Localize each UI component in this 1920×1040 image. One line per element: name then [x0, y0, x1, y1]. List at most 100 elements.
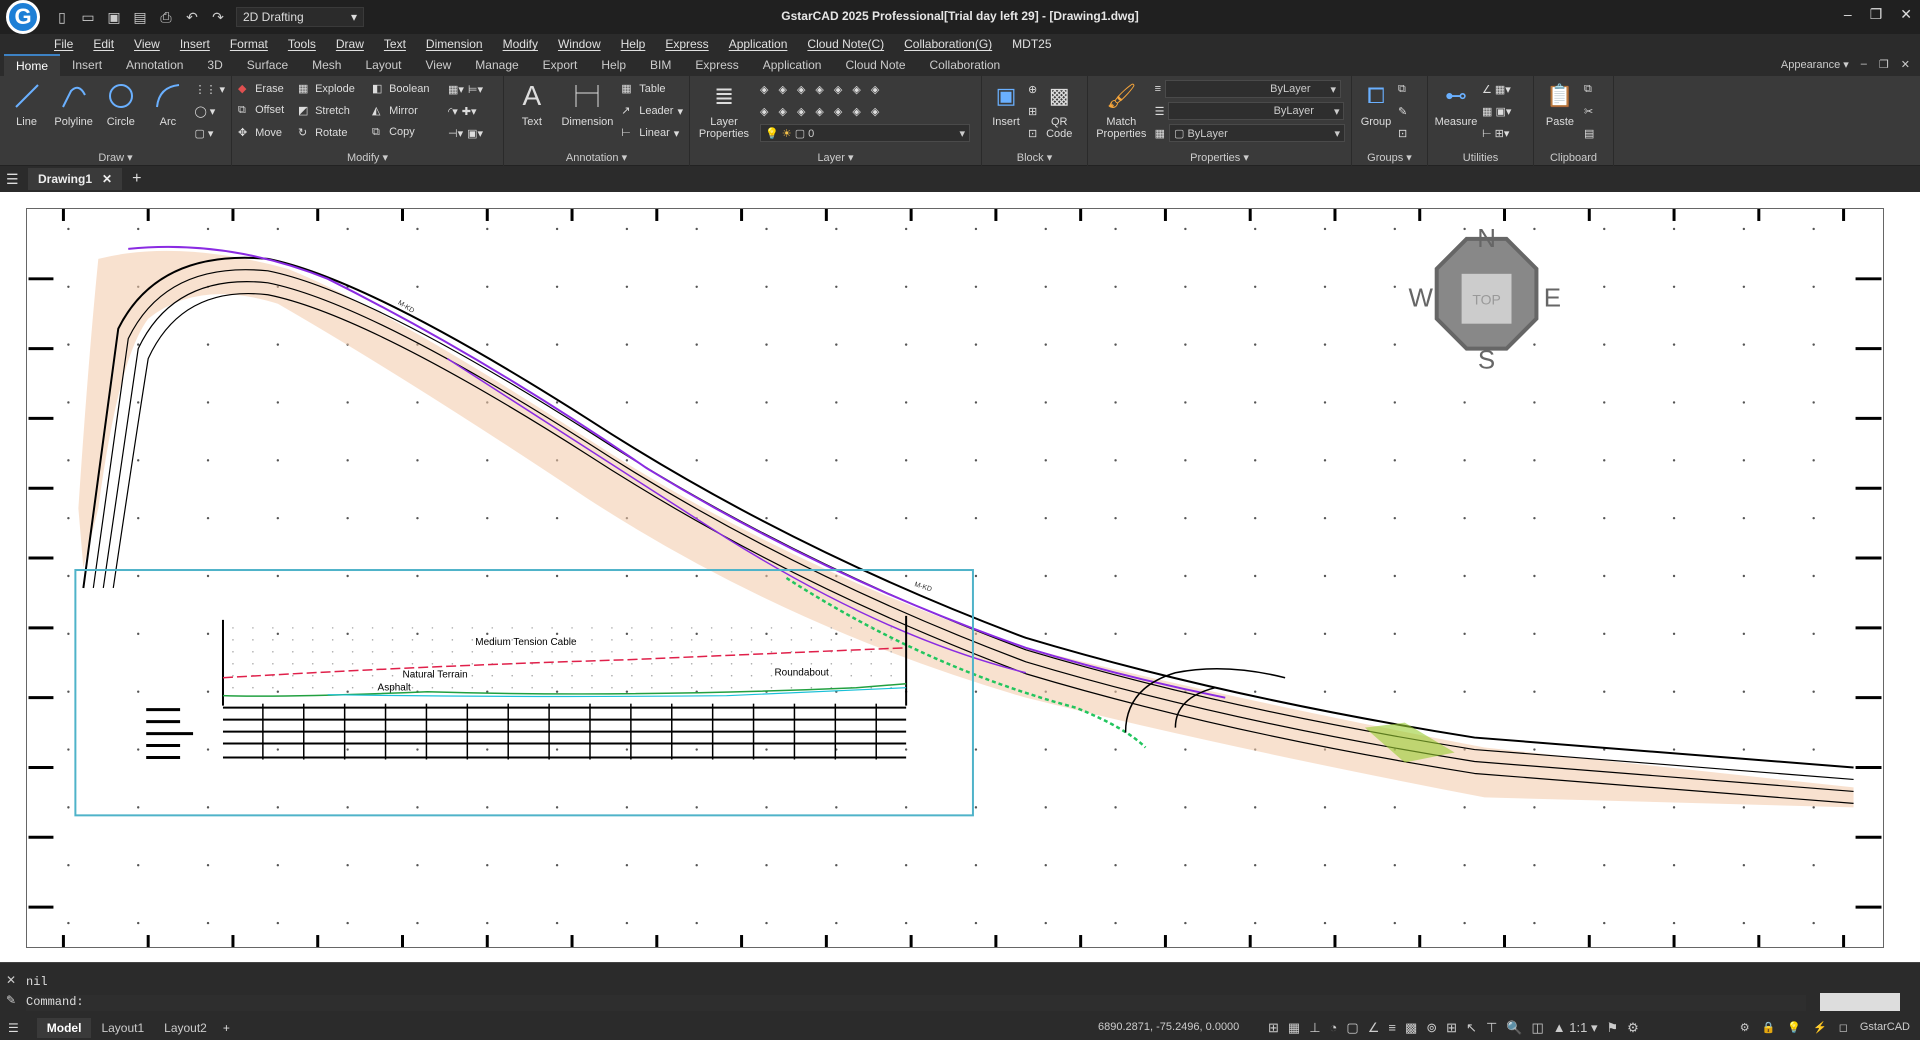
polar-toggle-icon[interactable]: ◔	[1330, 1020, 1338, 1036]
align-icon[interactable]: ⊨▾	[468, 83, 483, 96]
menu-modify[interactable]: Modify	[503, 37, 538, 51]
layer-prev-icon[interactable]: ◈	[760, 105, 768, 118]
menu-mdt25[interactable]: MDT25	[1012, 37, 1051, 51]
dimension-button[interactable]: Dimension	[560, 80, 616, 142]
fillet-icon[interactable]: ◜▾	[448, 105, 458, 118]
tab-surface[interactable]: Surface	[235, 55, 300, 75]
otrack-toggle-icon[interactable]: ∠	[1368, 1020, 1380, 1036]
lineweight-select[interactable]: ByLayer ▾	[1168, 102, 1345, 120]
mirror-button[interactable]: ◭ Mirror	[372, 104, 444, 118]
arc-button[interactable]: Arc	[147, 80, 188, 142]
color-select[interactable]: ▢ ByLayer ▾	[1169, 124, 1345, 142]
zoom-icon[interactable]: 🔍	[1506, 1020, 1522, 1036]
annotation-panel-title[interactable]: Annotation ▾	[504, 151, 689, 164]
redo-icon[interactable]: ↷	[210, 9, 226, 25]
line-button[interactable]: Line	[6, 80, 47, 142]
menu-collaboration[interactable]: Collaboration(G)	[904, 37, 992, 51]
polyline-button[interactable]: Polyline	[53, 80, 94, 142]
cut-icon[interactable]: ✂	[1584, 102, 1594, 120]
tab-application[interactable]: Application	[751, 55, 834, 75]
annotation-scale-icon[interactable]: ▲ 1:1 ▾	[1553, 1020, 1598, 1036]
close-icon[interactable]: ✕	[1900, 6, 1912, 23]
tab-bim[interactable]: BIM	[638, 55, 683, 75]
measure-button[interactable]: ⊷ Measure	[1434, 80, 1478, 142]
menu-draw[interactable]: Draw	[336, 37, 364, 51]
lineweight-toggle-icon[interactable]: ≡	[1388, 1020, 1396, 1036]
dynamic-ucs-icon[interactable]: ↖	[1466, 1020, 1477, 1036]
lock-icon[interactable]: 🔒	[1762, 1021, 1776, 1034]
layer-match-icon[interactable]: ◈	[852, 83, 860, 96]
maximize-icon[interactable]: ❐	[1870, 6, 1883, 23]
menu-help[interactable]: Help	[621, 37, 646, 51]
tab-layout2[interactable]: Layout2	[154, 1018, 217, 1038]
group-button[interactable]: ⧠ Group	[1358, 80, 1394, 142]
tab-annotation[interactable]: Annotation	[114, 55, 195, 75]
open-file-icon[interactable]: ▭	[80, 9, 96, 25]
command-options-button[interactable]	[1820, 993, 1900, 1011]
layer-lock-icon[interactable]: ◈	[834, 83, 842, 96]
break-icon[interactable]: ⊣▾	[448, 127, 463, 140]
ellipse-icon[interactable]: ◯ ▾	[194, 102, 225, 120]
draw-panel-title[interactable]: Draw ▾	[0, 151, 231, 164]
tab-insert[interactable]: Insert	[60, 55, 114, 75]
id-point-icon[interactable]: ∠ ▦▾	[1482, 80, 1511, 98]
properties-panel-title[interactable]: Properties ▾	[1088, 151, 1351, 164]
layer-iso-icon[interactable]: ◈	[778, 83, 786, 96]
scale-icon[interactable]: ▣▾	[467, 127, 483, 140]
block-edit-icon[interactable]: ⊞	[1028, 102, 1037, 120]
rectangle-icon[interactable]: ▢ ▾	[194, 124, 225, 142]
leader-button[interactable]: ↗ Leader ▾	[621, 102, 683, 120]
selection-cycle-icon[interactable]: ⊚	[1426, 1020, 1437, 1036]
explode-button[interactable]: ▦ Explode	[298, 82, 368, 96]
grid-toggle-icon[interactable]: ⊞	[1268, 1020, 1279, 1036]
tab-export[interactable]: Export	[531, 55, 590, 75]
tab-express[interactable]: Express	[683, 55, 750, 75]
menu-application[interactable]: Application	[729, 37, 788, 51]
3d-osnap-icon[interactable]: ⊞	[1446, 1020, 1457, 1036]
settings-icon[interactable]: ⚙	[1740, 1021, 1750, 1034]
menu-format[interactable]: Format	[230, 37, 268, 51]
menu-cloud-note[interactable]: Cloud Note(C)	[807, 37, 884, 51]
tab-mesh[interactable]: Mesh	[300, 55, 353, 75]
menu-file[interactable]: File	[54, 37, 73, 51]
tab-view[interactable]: View	[414, 55, 464, 75]
doc-tab-drawing1[interactable]: Drawing1 ✕	[28, 168, 123, 190]
drawing-area[interactable]: M-KD M-KD TOP N S W E Medium Tension Cab…	[26, 208, 1884, 948]
app-logo-icon[interactable]: G	[6, 0, 40, 34]
qr-code-button[interactable]: ▩ QR Code	[1041, 80, 1077, 142]
viewport-icon[interactable]: ◫	[1531, 1020, 1543, 1036]
tab-model[interactable]: Model	[36, 1018, 92, 1038]
paste-button[interactable]: 📋 Paste	[1540, 80, 1580, 142]
boolean-button[interactable]: ◧ Boolean	[372, 82, 444, 96]
linetype-select[interactable]: ByLayer ▾	[1165, 80, 1342, 98]
menu-express[interactable]: Express	[665, 37, 708, 51]
linear-button[interactable]: ⊢ Linear ▾	[621, 124, 683, 142]
annotation-visibility-icon[interactable]: ⚑	[1606, 1020, 1618, 1036]
layer-thaw-icon[interactable]: ◈	[871, 105, 879, 118]
transparency-toggle-icon[interactable]: ▩	[1405, 1020, 1417, 1036]
drawing-canvas[interactable]: M-KD M-KD TOP N S W E Medium Tension Cab…	[0, 192, 1920, 962]
menu-tools[interactable]: Tools	[288, 37, 316, 51]
layer-current-icon[interactable]: ◈	[815, 105, 823, 118]
block-attr-icon[interactable]: ⊡	[1028, 124, 1037, 142]
modify-panel-title[interactable]: Modify ▾	[232, 151, 503, 164]
offset-button[interactable]: ⧉ Offset	[238, 104, 294, 118]
menu-text[interactable]: Text	[384, 37, 406, 51]
filter-icon[interactable]: ⊤	[1486, 1020, 1497, 1036]
tab-3d[interactable]: 3D	[195, 55, 234, 75]
snap-toggle-icon[interactable]: ▦	[1288, 1020, 1300, 1036]
minimize-icon[interactable]: –	[1844, 6, 1852, 23]
erase-button[interactable]: ◆ Erase	[238, 82, 294, 96]
rotate-button[interactable]: ↻ Rotate	[298, 126, 368, 140]
tab-layout1[interactable]: Layout1	[91, 1018, 154, 1038]
command-input[interactable]: Command:	[26, 995, 1806, 1011]
quick-select-icon[interactable]: ⊢ ⊞▾	[1482, 124, 1511, 142]
menu-edit[interactable]: Edit	[93, 37, 114, 51]
table-button[interactable]: ▦ Table	[621, 80, 683, 98]
match-properties-button[interactable]: 🖌 Match Properties	[1094, 80, 1149, 142]
command-close-icon[interactable]: ✕	[6, 973, 16, 987]
hatch-icon[interactable]: ⋮⋮ ▾	[194, 80, 225, 98]
block-create-icon[interactable]: ⊕	[1028, 80, 1037, 98]
save-as-icon[interactable]: ▤	[132, 9, 148, 25]
layer-merge-icon[interactable]: ◈	[778, 105, 786, 118]
